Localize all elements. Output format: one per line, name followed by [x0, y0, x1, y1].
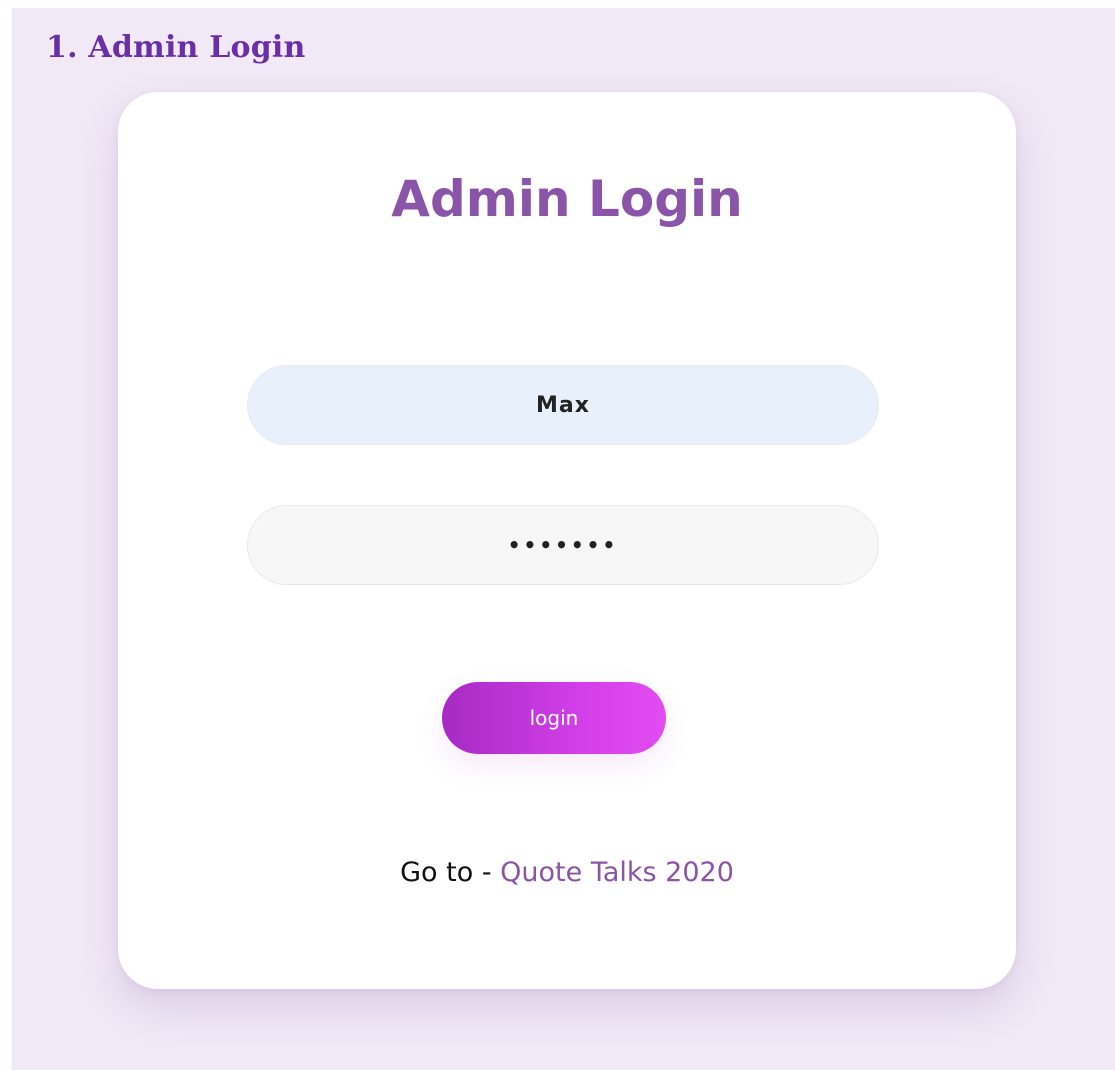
login-button[interactable]: login	[442, 682, 666, 754]
page-background: 1. Admin Login Admin Login login Go to -…	[12, 8, 1115, 1070]
footer-prefix: Go to -	[400, 857, 501, 888]
footer-line: Go to - Quote Talks 2020	[118, 857, 1016, 888]
quote-talks-link[interactable]: Quote Talks 2020	[500, 857, 734, 888]
login-card-title: Admin Login	[391, 170, 743, 228]
username-input[interactable]	[247, 365, 879, 445]
section-heading: 1. Admin Login	[46, 30, 306, 65]
password-input[interactable]	[247, 505, 879, 585]
login-card: Admin Login login Go to - Quote Talks 20…	[118, 92, 1016, 989]
